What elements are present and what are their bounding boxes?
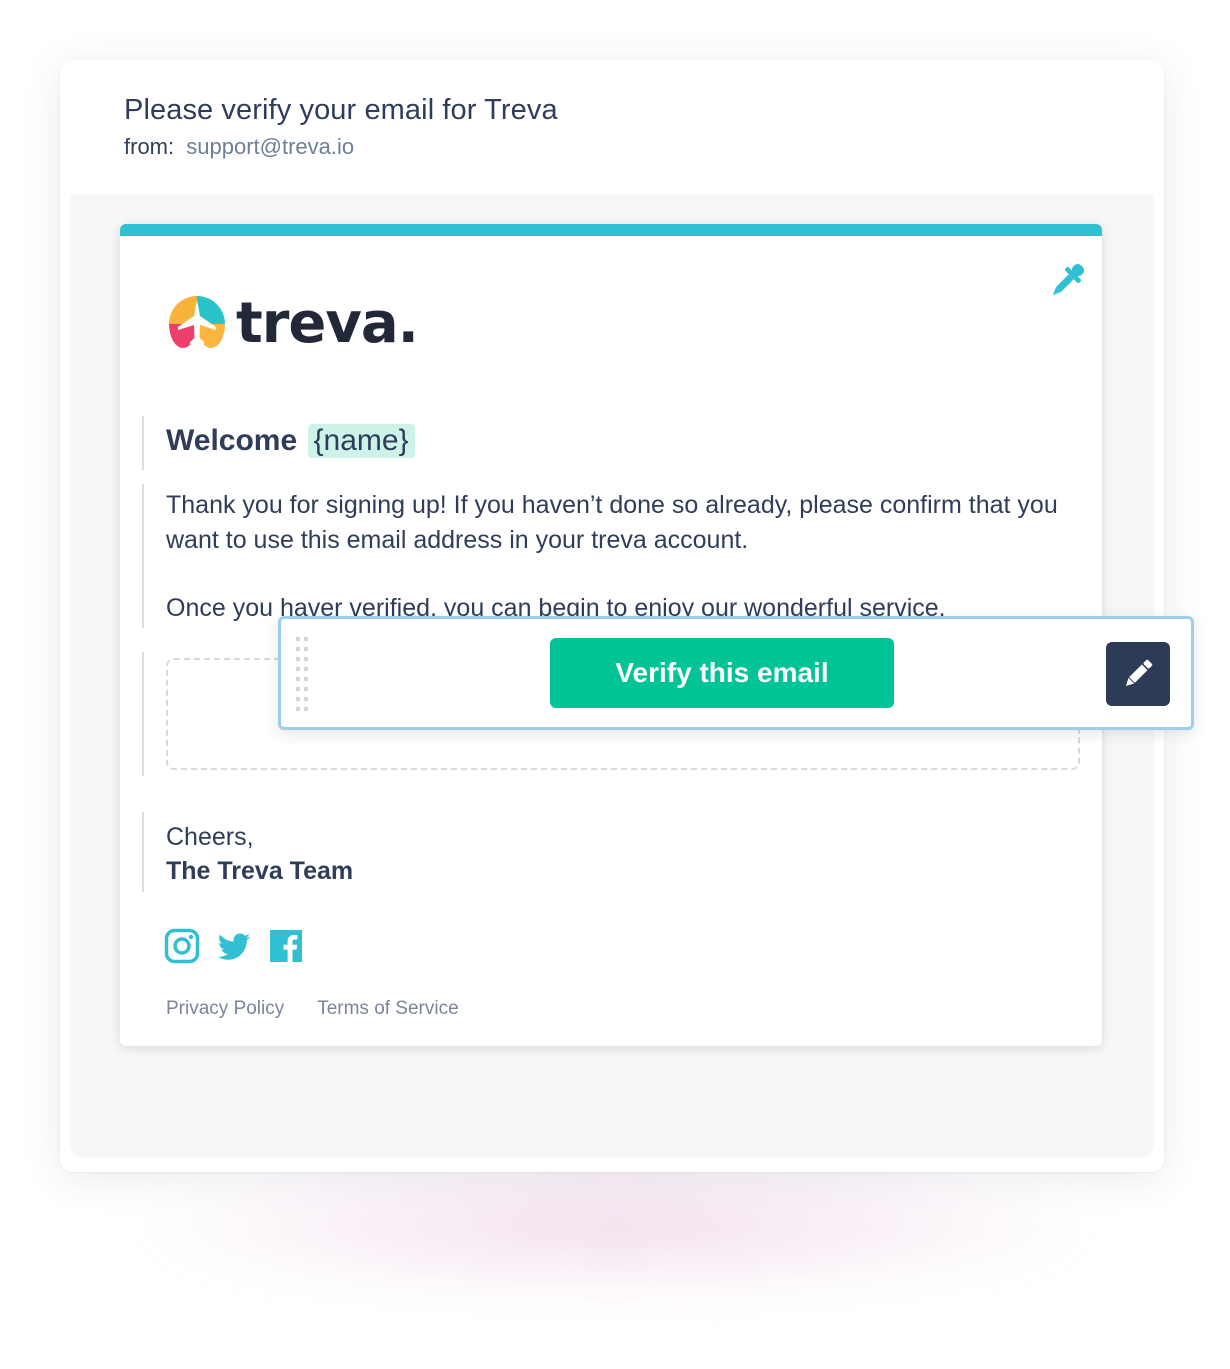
block-rule	[142, 416, 144, 470]
twitter-icon[interactable]	[216, 928, 252, 964]
pencil-icon	[1125, 659, 1153, 687]
terms-of-service-link[interactable]: Terms of Service	[317, 998, 458, 1019]
privacy-policy-link[interactable]: Privacy Policy	[166, 998, 284, 1019]
body-paragraph-1: Thank you for signing up! If you haven’t…	[166, 491, 1058, 554]
logo-wordmark: treva.	[236, 291, 419, 356]
drag-handle-icon[interactable]	[295, 637, 309, 711]
signoff-block[interactable]: Cheers, The Treva Team	[166, 820, 353, 888]
selected-button-block[interactable]: Verify this email	[278, 616, 1194, 730]
from-row: from: support@treva.io	[124, 134, 354, 160]
window-shadow-glow	[150, 1150, 1080, 1300]
instagram-icon[interactable]	[164, 928, 200, 964]
name-merge-tag[interactable]: {name}	[307, 424, 415, 458]
footer-links: Privacy Policy Terms of Service	[166, 998, 487, 1020]
signoff-signature: The Treva Team	[166, 857, 354, 885]
welcome-text: Welcome	[166, 424, 298, 457]
verify-email-button[interactable]: Verify this email	[550, 638, 894, 708]
edit-block-button[interactable]	[1106, 642, 1170, 706]
social-links	[164, 928, 304, 964]
block-rule	[142, 484, 144, 628]
block-rule	[142, 652, 144, 776]
treva-logo: treva.	[164, 291, 419, 356]
email-subject: Please verify your email for Treva	[124, 94, 558, 126]
signoff-greeting: Cheers,	[166, 823, 254, 851]
from-label: from:	[124, 134, 175, 159]
block-rule	[142, 812, 144, 892]
welcome-heading[interactable]: Welcome {name}	[166, 424, 415, 458]
treva-logo-mark	[169, 296, 225, 348]
color-picker-icon[interactable]	[1044, 258, 1090, 304]
facebook-icon[interactable]	[268, 928, 304, 964]
from-address: support@treva.io	[186, 134, 355, 159]
